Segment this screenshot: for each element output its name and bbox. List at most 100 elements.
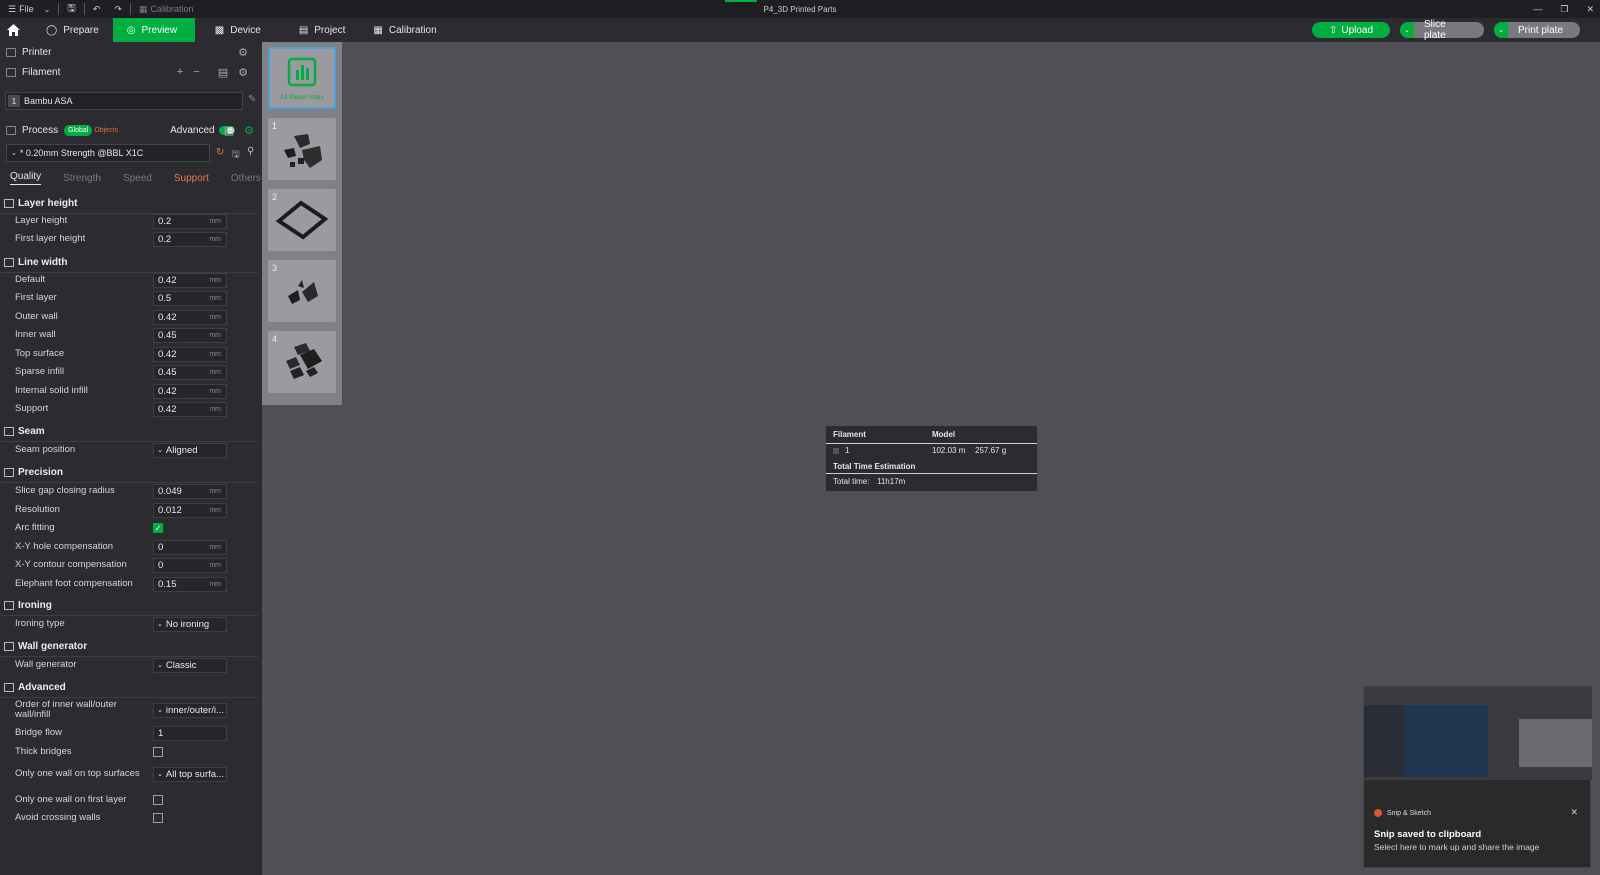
- add-icon[interactable]: +: [177, 66, 183, 78]
- field-value: 0.45: [158, 366, 177, 378]
- tab-project[interactable]: ▤ Project: [285, 19, 360, 41]
- tab-others[interactable]: Others: [231, 173, 261, 184]
- seam-position-select[interactable]: ⌄ Aligned: [153, 442, 227, 458]
- gear-icon[interactable]: ⚙: [238, 46, 248, 59]
- lw-outer-wall-input[interactable]: 0.42 mm: [153, 309, 227, 325]
- filament-select[interactable]: 1 Bambu ASA: [5, 92, 243, 110]
- save-preset-icon[interactable]: 🖫: [232, 147, 240, 163]
- tab-strength[interactable]: Strength: [63, 173, 101, 184]
- slice-gap-input[interactable]: 0.049 mm: [153, 483, 227, 499]
- chevron-down-icon[interactable]: ⌄: [1400, 22, 1414, 38]
- lw-top-surface-input[interactable]: 0.42 mm: [153, 346, 227, 362]
- tab-preview[interactable]: ◎ Preview: [112, 18, 195, 42]
- screenshot-thumbnail: [1364, 687, 1592, 780]
- tab-calibration[interactable]: ▦ Calibration: [359, 19, 450, 41]
- field-value: 0.42: [158, 348, 177, 360]
- option-lw-top-surface: Top surface 0.42 mm: [15, 345, 260, 363]
- printer-section[interactable]: Printer ⚙: [0, 42, 262, 62]
- lw-support-input[interactable]: 0.42 mm: [153, 401, 227, 417]
- layer-height-input[interactable]: 0.2 mm: [153, 213, 227, 229]
- field-value: 0.42: [158, 311, 177, 323]
- active-indicator: [725, 0, 757, 2]
- thick-bridges-checkbox[interactable]: [153, 747, 163, 757]
- field-value: All top surfa...: [165, 768, 224, 780]
- reset-icon[interactable]: ↻: [216, 147, 224, 158]
- edit-icon[interactable]: ✎: [248, 94, 256, 105]
- close-icon[interactable]: ✕: [1570, 807, 1578, 818]
- option-label: Slice gap closing radius: [15, 485, 115, 496]
- minimize-icon[interactable]: —: [1533, 4, 1542, 14]
- search-icon[interactable]: ⚲: [247, 146, 254, 157]
- bridge-flow-input[interactable]: 1: [153, 725, 227, 741]
- option-elephant-foot: Elephant foot compensation 0.15 mm: [15, 575, 260, 593]
- xy-contour-input[interactable]: 0 mm: [153, 557, 227, 573]
- compare-icon[interactable]: ▤: [224, 124, 234, 137]
- gear-icon[interactable]: ⚙: [238, 66, 248, 79]
- plate-thumbnail[interactable]: 4: [268, 331, 336, 393]
- filament-name: Bambu ASA: [24, 96, 73, 106]
- all-plates-stats-button[interactable]: All Plates Stats: [268, 47, 336, 109]
- plate-parts-icon: [286, 343, 322, 379]
- unit-label: mm: [209, 387, 221, 395]
- device-icon: ▩: [214, 24, 225, 36]
- upload-button[interactable]: ⇧ Upload: [1312, 22, 1390, 38]
- field-value: 0.42: [158, 385, 177, 397]
- chevron-down-icon[interactable]: ⌄: [44, 5, 51, 14]
- lw-internal-solid-input[interactable]: 0.42 mm: [153, 383, 227, 399]
- xy-hole-input[interactable]: 0 mm: [153, 539, 227, 555]
- plate-thumbnail[interactable]: 1: [268, 118, 336, 180]
- process-preset-select[interactable]: ⌄ * 0.20mm Strength @BBL X1C: [6, 144, 210, 162]
- lw-sparse-infill-input[interactable]: 0.45 mm: [153, 364, 227, 380]
- tab-quality[interactable]: Quality: [10, 171, 42, 185]
- project-icon: ▤: [298, 24, 309, 36]
- main-toolbar: ◯ Prepare ◎ Preview ▩ Device ▤ Project ▦…: [0, 18, 1600, 42]
- unit-label: mm: [209, 350, 221, 358]
- process-icon: [6, 125, 16, 135]
- upload-icon: ⇧: [1328, 24, 1338, 36]
- save-icon[interactable]: 🖫: [67, 1, 76, 18]
- wall-generator-select[interactable]: ⌄ Classic: [153, 657, 227, 673]
- file-menu[interactable]: ☰ File: [8, 4, 34, 15]
- print-plate-button[interactable]: ⌄ Print plate: [1494, 22, 1580, 38]
- resolution-input[interactable]: 0.012 mm: [153, 502, 227, 518]
- home-button[interactable]: [0, 18, 26, 42]
- option-label: Arc fitting: [15, 522, 55, 533]
- lw-first-layer-input[interactable]: 0.5 mm: [153, 290, 227, 306]
- slice-plate-button[interactable]: ⌄ Slice plate: [1400, 19, 1484, 41]
- one-wall-first-checkbox[interactable]: [153, 795, 163, 805]
- lw-inner-wall-input[interactable]: 0.45 mm: [153, 327, 227, 343]
- tab-support[interactable]: Support: [174, 173, 209, 184]
- option-lw-support: Support 0.42 mm: [15, 400, 260, 418]
- divider: [826, 473, 1037, 474]
- wall-order-select[interactable]: ⌄ inner/outer/i...: [153, 702, 227, 718]
- home-icon: [6, 24, 20, 36]
- plate-thumbnail[interactable]: 3: [268, 260, 336, 322]
- lw-default-input[interactable]: 0.42 mm: [153, 272, 227, 288]
- first-layer-height-input[interactable]: 0.2 mm: [153, 231, 227, 247]
- settings-icon[interactable]: ⚙: [244, 124, 254, 137]
- upload-label: Upload: [1341, 24, 1374, 36]
- ironing-icon: [4, 600, 14, 610]
- objects-toggle[interactable]: Objects: [94, 127, 118, 134]
- avoid-crossing-checkbox[interactable]: [153, 813, 163, 823]
- tab-speed[interactable]: Speed: [123, 173, 152, 184]
- ironing-type-select[interactable]: ⌄ No ironing: [153, 616, 227, 632]
- tab-prepare[interactable]: ◯ Prepare: [32, 19, 113, 41]
- global-toggle[interactable]: Global: [64, 124, 93, 136]
- redo-icon[interactable]: ↷: [114, 4, 122, 15]
- elephant-foot-input[interactable]: 0.15 mm: [153, 576, 227, 592]
- calibration-menu[interactable]: ▦ Calibration: [139, 4, 194, 15]
- chevron-down-icon[interactable]: ⌄: [1494, 22, 1508, 38]
- undo-icon[interactable]: ↶: [93, 4, 101, 15]
- one-wall-top-select[interactable]: ⌄ All top surfa...: [153, 766, 227, 782]
- plate-list: All Plates Stats 1 2 3 4: [262, 42, 342, 405]
- filament-label: Filament: [22, 66, 61, 78]
- remove-icon[interactable]: −: [193, 66, 199, 78]
- restore-icon[interactable]: ❐: [1560, 4, 1568, 15]
- sync-icon[interactable]: ▤: [218, 66, 228, 79]
- tab-device[interactable]: ▩ Device: [201, 19, 275, 41]
- arc-fitting-checkbox[interactable]: ✓: [153, 523, 163, 533]
- snip-notification[interactable]: Snip & Sketch ✕ Snip saved to clipboard …: [1363, 686, 1592, 868]
- plate-thumbnail[interactable]: 2: [268, 189, 336, 251]
- close-icon[interactable]: ✕: [1586, 4, 1594, 15]
